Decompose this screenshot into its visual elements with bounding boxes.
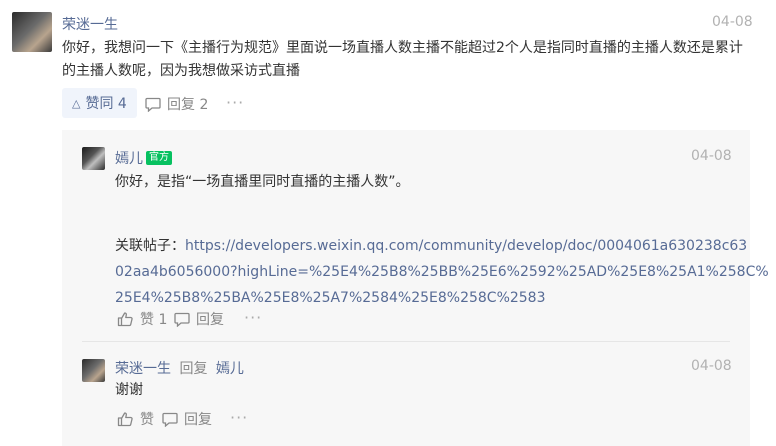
comment-bubble-icon — [174, 312, 190, 327]
triangle-up-icon: △ — [72, 96, 81, 110]
more-options-button[interactable]: ··· — [226, 93, 244, 112]
agree-button[interactable]: △ 赞同 4 — [62, 88, 137, 118]
reply-author[interactable]: 荣迷一生 — [115, 361, 171, 377]
reply-button[interactable]: 回复 — [174, 309, 224, 329]
comment-date: 04-08 — [712, 14, 753, 30]
related-post: 关联帖子：https://developers.weixin.qq.com/co… — [115, 233, 769, 311]
related-post-link-line-2[interactable]: 02aa4b6056000?highLine=%25E4%25B8%25BB%2… — [115, 259, 769, 285]
comment-text-line-1: 你好，我想问一下《主播行为规范》里面说一场直播人数主播不能超过2个人是指同时直播… — [62, 40, 743, 56]
thumbs-up-icon — [117, 312, 133, 327]
avatar[interactable] — [82, 147, 105, 170]
reply-button[interactable]: 回复 — [162, 409, 212, 429]
reply-header: 荣迷一生 回复 嫣儿 — [115, 358, 244, 378]
more-options-button[interactable]: ··· — [244, 308, 262, 327]
reply-word: 回复 — [179, 361, 208, 377]
comment-author[interactable]: 荣迷一生 — [62, 14, 118, 34]
avatar[interactable] — [12, 12, 52, 52]
like-label: 赞 1 — [140, 312, 168, 328]
related-post-label: 关联帖子： — [115, 238, 185, 254]
related-post-link-line-3[interactable]: 25E4%25B8%25BA%25E8%25A7%2584%25E8%258C%… — [115, 285, 735, 311]
official-badge: 官方 — [146, 151, 172, 165]
more-options-button[interactable]: ··· — [230, 408, 248, 427]
divider — [82, 341, 730, 342]
reply-author[interactable]: 嫣儿 — [115, 148, 143, 168]
reply-date: 04-08 — [691, 358, 732, 374]
reply-label: 回复 — [184, 412, 212, 428]
reply-label: 回复 2 — [167, 97, 209, 113]
reply-text: 谢谢 — [115, 382, 143, 398]
like-button[interactable]: 赞 — [117, 409, 154, 429]
comment-bubble-icon — [162, 412, 178, 427]
like-label: 赞 — [140, 412, 154, 428]
reply-to-author[interactable]: 嫣儿 — [216, 361, 244, 377]
comment-text-line-2: 的主播人数呢，因为我想做采访式直播 — [62, 63, 300, 79]
comment-bubble-icon — [145, 97, 161, 112]
reply-date: 04-08 — [691, 148, 732, 164]
avatar[interactable] — [82, 359, 105, 382]
reply-text: 你好，是指“一场直播里同时直播的主播人数”。 — [115, 174, 410, 190]
related-post-link[interactable]: https://developers.weixin.qq.com/communi… — [185, 238, 747, 254]
reply-button[interactable]: 回复 2 — [145, 94, 208, 114]
thumbs-up-icon — [117, 412, 133, 427]
agree-label: 赞同 4 — [85, 96, 127, 112]
like-button[interactable]: 赞 1 — [117, 309, 167, 329]
reply-label: 回复 — [196, 312, 224, 328]
